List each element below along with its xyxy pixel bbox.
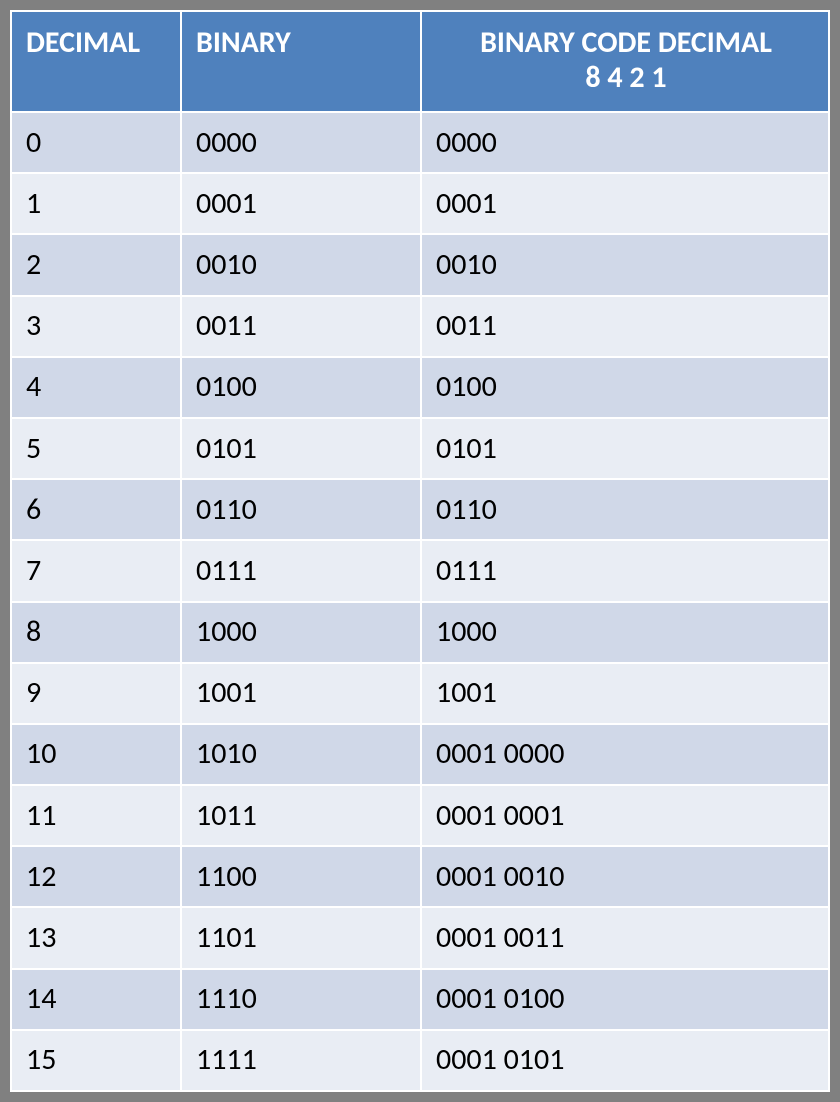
cell-binary: 0101	[181, 418, 421, 479]
table-row: 1211000001 0010	[11, 846, 829, 907]
cell-binary: 1100	[181, 846, 421, 907]
cell-decimal: 8	[11, 602, 181, 663]
cell-binary: 0010	[181, 234, 421, 295]
cell-bcd: 0011	[421, 296, 829, 357]
cell-decimal: 10	[11, 724, 181, 785]
col-header-decimal: DECIMAL	[11, 11, 181, 112]
cell-decimal: 7	[11, 540, 181, 601]
cell-bcd: 0001 0011	[421, 907, 829, 968]
cell-bcd: 0110	[421, 479, 829, 540]
table-row: 300110011	[11, 296, 829, 357]
cell-decimal: 6	[11, 479, 181, 540]
cell-decimal: 9	[11, 663, 181, 724]
cell-binary: 0011	[181, 296, 421, 357]
cell-bcd: 0001 0100	[421, 969, 829, 1030]
bcd-table: DECIMAL BINARY BINARY CODE DECIMAL 8 4 2…	[10, 10, 830, 1092]
col-header-bcd-line1: BINARY CODE DECIMAL	[480, 24, 772, 61]
cell-binary: 0110	[181, 479, 421, 540]
table-frame: DECIMAL BINARY BINARY CODE DECIMAL 8 4 2…	[0, 0, 840, 1102]
cell-bcd: 0001 0101	[421, 1030, 829, 1091]
cell-decimal: 0	[11, 112, 181, 173]
cell-decimal: 1	[11, 173, 181, 234]
cell-bcd: 0001 0000	[421, 724, 829, 785]
cell-bcd: 1000	[421, 602, 829, 663]
cell-bcd: 1001	[421, 663, 829, 724]
table-row: 910011001	[11, 663, 829, 724]
table-body: 000000000 100010001 200100010 300110011 …	[11, 112, 829, 1091]
cell-binary: 1000	[181, 602, 421, 663]
cell-binary: 0100	[181, 357, 421, 418]
cell-binary: 1010	[181, 724, 421, 785]
cell-binary: 1001	[181, 663, 421, 724]
cell-decimal: 4	[11, 357, 181, 418]
cell-binary: 1110	[181, 969, 421, 1030]
cell-decimal: 12	[11, 846, 181, 907]
table-row: 1110110001 0001	[11, 785, 829, 846]
table-row: 000000000	[11, 112, 829, 173]
cell-decimal: 2	[11, 234, 181, 295]
cell-bcd: 0000	[421, 112, 829, 173]
table-row: 200100010	[11, 234, 829, 295]
table-row: 100010001	[11, 173, 829, 234]
cell-decimal: 14	[11, 969, 181, 1030]
cell-decimal: 11	[11, 785, 181, 846]
cell-bcd: 0111	[421, 540, 829, 601]
cell-bcd: 0001 0010	[421, 846, 829, 907]
table-row: 401000100	[11, 357, 829, 418]
cell-bcd: 0001	[421, 173, 829, 234]
table-row: 1411100001 0100	[11, 969, 829, 1030]
cell-binary: 0000	[181, 112, 421, 173]
table-row: 1311010001 0011	[11, 907, 829, 968]
cell-decimal: 13	[11, 907, 181, 968]
cell-binary: 1101	[181, 907, 421, 968]
table-row: 601100110	[11, 479, 829, 540]
cell-decimal: 5	[11, 418, 181, 479]
cell-bcd: 0100	[421, 357, 829, 418]
table-row: 501010101	[11, 418, 829, 479]
table-row: 810001000	[11, 602, 829, 663]
table-row: 1010100001 0000	[11, 724, 829, 785]
cell-binary: 0111	[181, 540, 421, 601]
cell-bcd: 0101	[421, 418, 829, 479]
cell-binary: 1011	[181, 785, 421, 846]
col-header-bcd: BINARY CODE DECIMAL 8 4 2 1	[421, 11, 829, 112]
cell-decimal: 15	[11, 1030, 181, 1091]
cell-bcd: 0010	[421, 234, 829, 295]
cell-binary: 0001	[181, 173, 421, 234]
table-row: 1511110001 0101	[11, 1030, 829, 1091]
cell-bcd: 0001 0001	[421, 785, 829, 846]
table-row: 701110111	[11, 540, 829, 601]
col-header-binary: BINARY	[181, 11, 421, 112]
cell-binary: 1111	[181, 1030, 421, 1091]
cell-decimal: 3	[11, 296, 181, 357]
table-header-row: DECIMAL BINARY BINARY CODE DECIMAL 8 4 2…	[11, 11, 829, 112]
col-header-bcd-line2: 8 4 2 1	[585, 59, 666, 96]
